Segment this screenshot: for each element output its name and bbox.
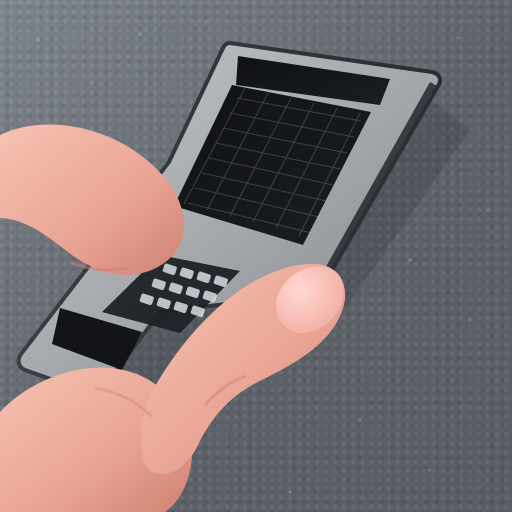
- photo-scene: [0, 0, 512, 512]
- photo-illustration: [0, 0, 512, 512]
